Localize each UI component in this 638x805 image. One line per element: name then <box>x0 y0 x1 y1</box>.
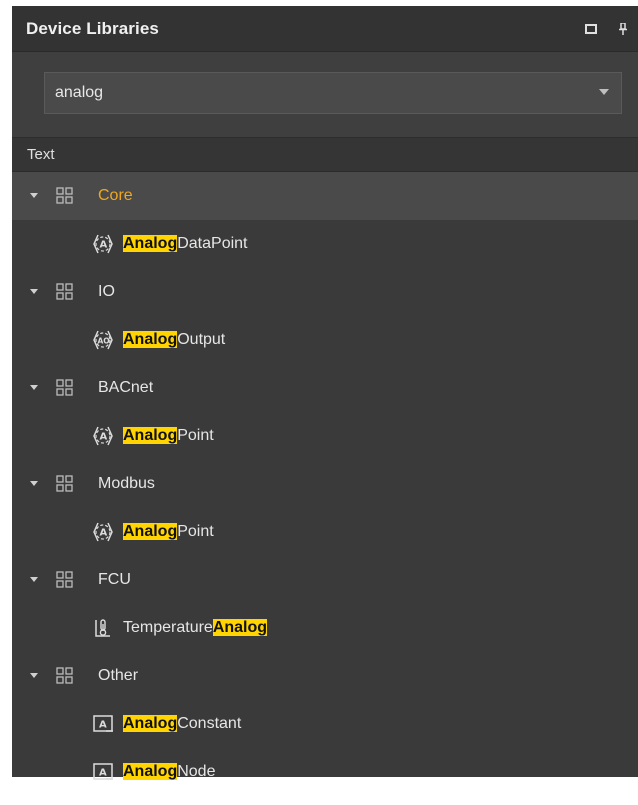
panel-titlebar: Device Libraries <box>12 6 638 52</box>
tree-item-label: AnalogConstant <box>123 715 241 733</box>
expand-caret-icon[interactable] <box>30 481 38 486</box>
analog-node-icon: A <box>91 760 115 784</box>
tree-item[interactable]: TemperatureAnalog <box>12 604 638 652</box>
library-tree: Core A AnalogDataPoint IO AO AnalogOutput BACn… <box>12 172 638 796</box>
maximize-icon[interactable] <box>584 22 598 36</box>
svg-text:A: A <box>100 432 108 443</box>
tree-item[interactable]: A AnalogNode <box>12 748 638 796</box>
library-grid-icon <box>56 379 73 396</box>
tree-item[interactable]: A AnalogDataPoint <box>12 220 638 268</box>
tree-group-core[interactable]: Core <box>12 172 638 220</box>
tree-group-other[interactable]: Other <box>12 652 638 700</box>
tree-group-bacnet[interactable]: BACnet <box>12 364 638 412</box>
item-label-rest: DataPoint <box>177 235 248 252</box>
tree-item[interactable]: AO AnalogOutput <box>12 316 638 364</box>
expand-caret-icon[interactable] <box>30 289 38 294</box>
search-match-highlight: Analog <box>123 331 178 348</box>
library-grid-icon <box>56 187 73 204</box>
library-grid-icon <box>56 283 73 300</box>
expand-caret-icon[interactable] <box>30 577 38 582</box>
tree-item-label: AnalogNode <box>123 763 215 781</box>
tree-item-label: TemperatureAnalog <box>123 619 268 637</box>
tree-item-label: AnalogDataPoint <box>123 235 247 253</box>
filter-area: analog <box>12 52 638 138</box>
analog-constant-icon: A <box>91 712 115 736</box>
tree-group-fcu[interactable]: FCU <box>12 556 638 604</box>
expand-caret-icon[interactable] <box>30 673 38 678</box>
svg-text:A: A <box>99 720 107 731</box>
library-grid-icon <box>56 475 73 492</box>
tree-item[interactable]: A AnalogPoint <box>12 412 638 460</box>
item-label-rest: Output <box>177 331 226 348</box>
tree-group-label: FCU <box>98 571 131 588</box>
search-match-highlight: Analog <box>123 715 178 732</box>
analog-output-icon: AO <box>91 328 115 352</box>
svg-text:A: A <box>100 528 108 539</box>
expand-caret-icon[interactable] <box>30 193 38 198</box>
tree-group-io[interactable]: IO <box>12 268 638 316</box>
tree-item-label: AnalogOutput <box>123 331 225 349</box>
search-match-highlight: Analog <box>123 427 178 444</box>
tree-item[interactable]: A AnalogConstant <box>12 700 638 748</box>
analog-datapoint-icon: A <box>91 232 115 256</box>
analog-point-icon: A <box>91 424 115 448</box>
item-label-rest: Point <box>177 523 214 540</box>
device-libraries-panel: Device Libraries analog Text Core A Analog… <box>12 6 638 780</box>
item-label-rest: Constant <box>177 715 242 732</box>
thermometer-icon <box>91 616 115 640</box>
library-filter-select[interactable]: analog <box>44 72 622 114</box>
tree-group-label: Core <box>98 187 133 204</box>
item-label-rest: Point <box>177 427 214 444</box>
tree-item-label: AnalogPoint <box>123 523 214 541</box>
column-header-text[interactable]: Text <box>12 138 638 172</box>
tree-group-label: Modbus <box>98 475 155 492</box>
analog-point-icon: A <box>91 520 115 544</box>
search-match-highlight: Analog <box>123 523 178 540</box>
expand-caret-icon[interactable] <box>30 385 38 390</box>
column-header-label: Text <box>27 146 55 163</box>
tree-group-label: BACnet <box>98 379 154 396</box>
pin-icon[interactable] <box>616 22 630 36</box>
library-grid-icon <box>56 571 73 588</box>
svg-text:A: A <box>100 240 108 251</box>
item-label-prefix: Temperature <box>123 619 213 636</box>
tree-group-label: Other <box>98 667 139 684</box>
chevron-down-icon[interactable] <box>599 89 609 95</box>
item-label-rest: Node <box>177 763 216 780</box>
tree-item[interactable]: A AnalogPoint <box>12 508 638 556</box>
search-match-highlight: Analog <box>123 235 178 252</box>
search-match-highlight: Analog <box>123 763 178 780</box>
tree-group-modbus[interactable]: Modbus <box>12 460 638 508</box>
filter-value: analog <box>55 84 104 101</box>
tree-item-label: AnalogPoint <box>123 427 214 445</box>
library-grid-icon <box>56 667 73 684</box>
search-match-highlight: Analog <box>212 619 268 636</box>
tree-group-label: IO <box>98 283 115 300</box>
panel-title: Device Libraries <box>26 18 159 38</box>
svg-text:AO: AO <box>98 337 110 346</box>
svg-text:A: A <box>99 768 107 779</box>
